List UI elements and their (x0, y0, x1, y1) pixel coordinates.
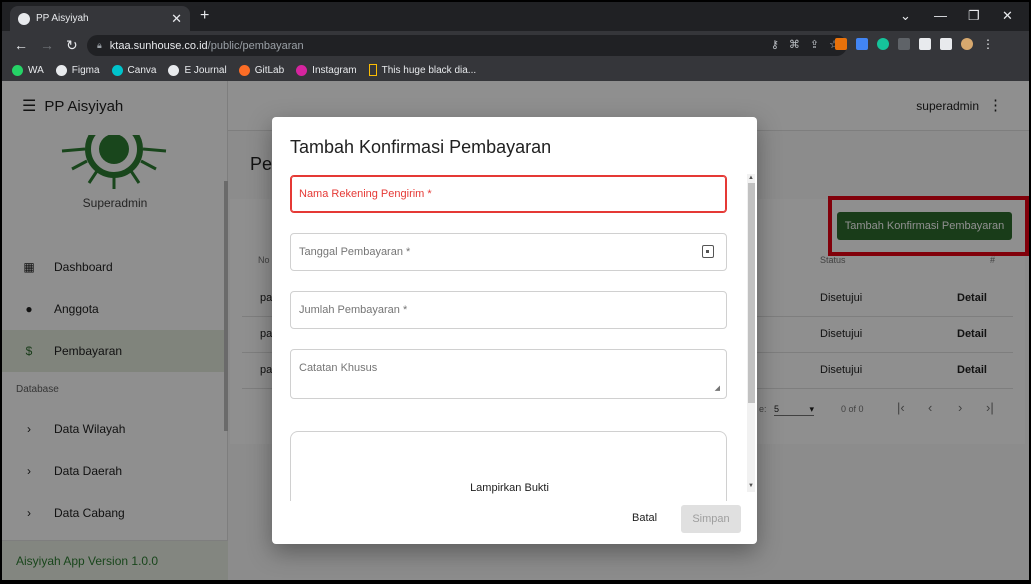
tab-search-icon[interactable]: ⌄ (900, 8, 911, 24)
url-path: /public/pembayaran (207, 39, 304, 52)
sender-account-field[interactable]: Nama Rekening Pengirim * (290, 175, 727, 213)
bookmark-figma[interactable]: Figma (55, 64, 100, 76)
lock-icon: 🔒︎ (97, 40, 102, 50)
bookmark-doc-icon (368, 64, 377, 76)
scroll-up-icon[interactable]: ▲ (748, 175, 754, 181)
back-icon[interactable]: ← (14, 37, 28, 53)
forward-icon[interactable]: → (40, 37, 54, 53)
share-icon[interactable]: ⇪ (810, 38, 819, 51)
extension-hat-icon[interactable] (856, 38, 868, 50)
whatsapp-icon (12, 64, 23, 76)
payment-amount-field[interactable]: Jumlah Pembayaran * (290, 291, 727, 329)
payment-date-field[interactable]: Tanggal Pembayaran * (290, 233, 727, 271)
sidepanel-icon[interactable] (940, 38, 952, 50)
bookmark-canva[interactable]: Canva (111, 64, 156, 76)
profile-avatar-icon[interactable] (961, 38, 973, 50)
extension-grey-icon[interactable] (898, 38, 910, 50)
puzzle-icon[interactable] (919, 38, 931, 50)
bookmark-ejournal[interactable]: E Journal (168, 64, 227, 76)
extensions: ⋮ (835, 37, 994, 51)
new-tab-icon[interactable]: + (200, 7, 209, 25)
scroll-down-icon[interactable]: ▼ (748, 483, 754, 489)
reload-icon[interactable]: ↻ (66, 37, 78, 54)
bookmarks-bar: WA Figma Canva E Journal GitLab Instagra… (2, 59, 1029, 81)
canva-icon (111, 64, 123, 76)
add-payment-dialog: Tambah Konfirmasi Pembayaran Nama Rekeni… (272, 117, 757, 544)
address-bar[interactable]: 🔒︎ ktaa.sunhouse.co.id /public/pembayara… (87, 35, 847, 56)
dialog-scrollbar-thumb[interactable] (748, 183, 755, 403)
bookmark-wa[interactable]: WA (12, 64, 44, 76)
browser-tab[interactable]: PP Aisyiyah ✕ (10, 6, 190, 31)
url-host: ktaa.sunhouse.co.id (109, 39, 208, 52)
close-tab-icon[interactable]: ✕ (171, 11, 182, 27)
screen: PP Aisyiyah ✕ + ⌄ — ❐ ✕ ← → ↻ 🔒︎ ktaa.su… (2, 2, 1029, 580)
calendar-icon[interactable] (702, 245, 714, 258)
globe-icon (55, 64, 67, 76)
extension-sc-icon[interactable] (835, 38, 847, 50)
tab-title: PP Aisyiyah (36, 13, 89, 24)
key-icon[interactable]: ⚷ (771, 38, 779, 51)
cancel-button[interactable]: Batal (632, 512, 657, 524)
translate-icon[interactable]: ⌘ (789, 38, 800, 51)
resize-handle-icon[interactable]: ◢ (715, 384, 720, 392)
gitlab-icon (238, 64, 250, 76)
close-window-icon[interactable]: ✕ (1002, 8, 1013, 24)
notes-field[interactable]: Catatan Khusus ◢ (290, 349, 727, 399)
upload-label: Lampirkan Bukti (470, 482, 549, 494)
instagram-icon (296, 64, 308, 76)
grammarly-icon[interactable] (877, 38, 889, 50)
save-button[interactable]: Simpan (681, 505, 741, 533)
upload-area[interactable]: Lampirkan Bukti (290, 431, 727, 501)
bookmark-black-dia[interactable]: This huge black dia... (368, 64, 476, 76)
menu-icon[interactable]: ⋮ (982, 37, 994, 51)
minimize-icon[interactable]: — (934, 8, 947, 23)
bookmark-instagram[interactable]: Instagram (296, 64, 357, 76)
restore-icon[interactable]: ❐ (968, 8, 980, 24)
browser-tabbar: PP Aisyiyah ✕ + ⌄ — ❐ ✕ (2, 2, 1029, 31)
globe-icon (168, 64, 180, 76)
dialog-title: Tambah Konfirmasi Pembayaran (290, 137, 552, 157)
globe-icon (18, 12, 30, 25)
bookmark-gitlab[interactable]: GitLab (238, 64, 284, 76)
